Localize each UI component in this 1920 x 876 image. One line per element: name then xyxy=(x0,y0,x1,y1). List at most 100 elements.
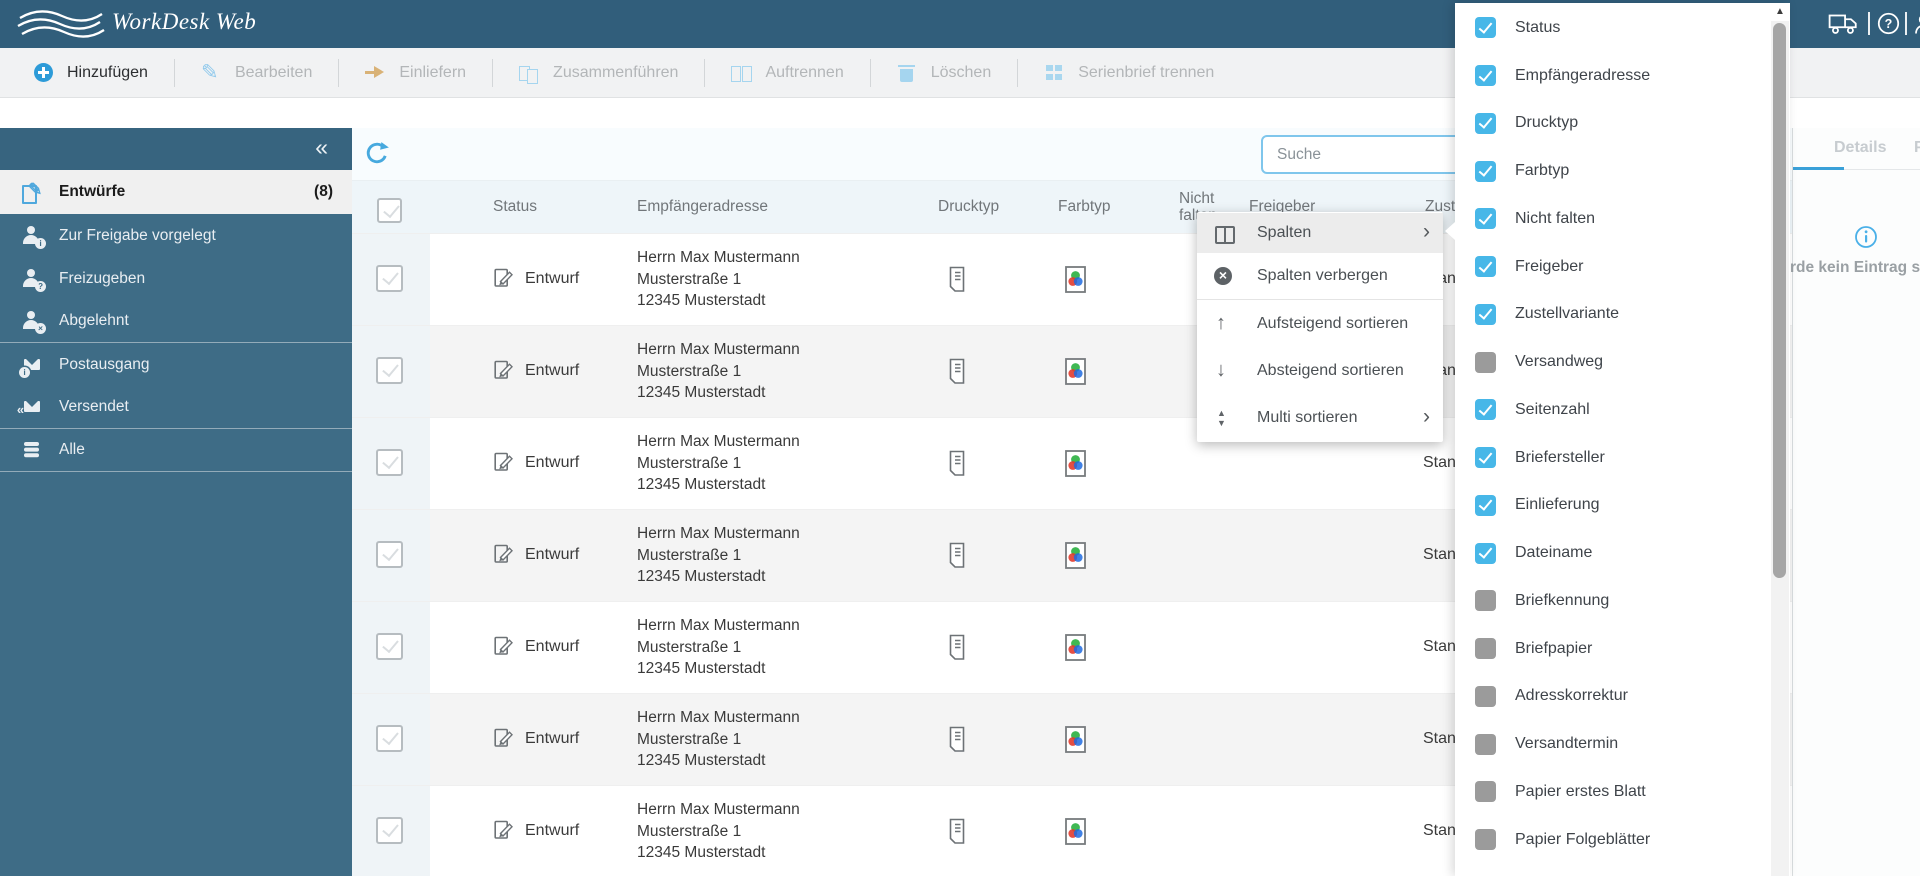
scrollbar-thumb[interactable] xyxy=(1773,23,1786,578)
column-header-status[interactable]: Status xyxy=(493,198,537,216)
column-toggle-checkbox[interactable] xyxy=(1475,208,1496,230)
sidebar-item-icon: « xyxy=(17,397,42,417)
column-toggle-item[interactable]: Dateiname xyxy=(1455,529,1770,577)
column-toggle-item[interactable]: Status xyxy=(1455,4,1770,52)
tab-details[interactable]: Details xyxy=(1834,139,1886,157)
column-toggle-item[interactable]: Briefpapier xyxy=(1455,625,1770,673)
recipient-address-cell: Herrn Max Mustermann Musterstraße 1 1234… xyxy=(637,615,800,680)
row-checkbox[interactable] xyxy=(376,817,403,844)
scroll-up-arrow[interactable]: ▲ xyxy=(1771,4,1789,21)
row-checkbox[interactable] xyxy=(376,357,403,384)
help-icon[interactable]: ? xyxy=(1877,12,1900,40)
context-menu-item[interactable]: Absteigend sortieren › xyxy=(1197,347,1443,394)
context-menu-item[interactable]: Aufsteigend sortieren › xyxy=(1197,300,1443,347)
context-menu-item[interactable]: Multi sortieren › xyxy=(1197,394,1443,441)
address-line: Musterstraße 1 xyxy=(637,730,742,748)
column-toggle-item[interactable]: Empfängeradresse xyxy=(1455,52,1770,100)
column-toggle-item[interactable]: Papier Folgeblätter xyxy=(1455,816,1770,864)
column-toggle-checkbox[interactable] xyxy=(1475,494,1496,516)
column-toggle-checkbox[interactable] xyxy=(1475,829,1496,851)
toolbar-button-label: Hinzufügen xyxy=(67,63,148,81)
draft-status-icon xyxy=(494,636,513,655)
column-toggle-checkbox[interactable] xyxy=(1475,399,1496,421)
column-toggle-checkbox[interactable] xyxy=(1475,590,1496,612)
no-selection-message: rde kein Eintrag s xyxy=(1790,259,1920,276)
address-line: Musterstraße 1 xyxy=(637,454,742,472)
column-toggle-item[interactable]: Adresskorrektur xyxy=(1455,673,1770,721)
column-toggle-label: Drucktyp xyxy=(1515,114,1579,132)
column-toggle-checkbox[interactable] xyxy=(1475,160,1496,182)
sidebar-item[interactable]: Alle xyxy=(0,429,352,472)
column-header-empfaengeradresse[interactable]: Empfängeradresse xyxy=(637,198,768,216)
column-toggle-label: Dateiname xyxy=(1515,544,1593,562)
sidebar-item[interactable]: « Versendet xyxy=(0,386,352,429)
row-checkbox[interactable] xyxy=(376,725,403,752)
column-toggle-checkbox[interactable] xyxy=(1475,781,1496,803)
column-toggle-label: Empfängeradresse xyxy=(1515,66,1651,84)
row-checkbox[interactable] xyxy=(376,265,403,292)
column-toggle-item[interactable]: Briefersteller xyxy=(1455,434,1770,482)
toolbar-button[interactable]: Einliefern xyxy=(338,58,492,87)
column-toggle-item[interactable]: Seitenzahl xyxy=(1455,386,1770,434)
column-toggle-item[interactable]: Einlieferung xyxy=(1455,482,1770,530)
row-checkbox[interactable] xyxy=(376,449,403,476)
panel-scrollbar: ▲ xyxy=(1770,3,1790,876)
toolbar-button[interactable]: Zusammenführen xyxy=(492,58,704,87)
column-toggle-item[interactable]: Papier erstes Blatt xyxy=(1455,768,1770,816)
sidebar-collapse-button[interactable]: « xyxy=(315,134,328,161)
column-toggle-checkbox[interactable] xyxy=(1475,351,1496,373)
column-toggle-item[interactable]: Zustellvariante xyxy=(1455,291,1770,339)
recipient-address-cell: Herrn Max Mustermann Musterstraße 1 1234… xyxy=(637,707,800,772)
column-toggle-checkbox[interactable] xyxy=(1475,17,1496,39)
tab-clipped[interactable]: P xyxy=(1914,139,1920,157)
column-toggle-item[interactable]: Drucktyp xyxy=(1455,100,1770,148)
column-header-drucktyp[interactable]: Drucktyp xyxy=(938,198,999,216)
row-checkbox[interactable] xyxy=(376,633,403,660)
toolbar-button[interactable]: Löschen xyxy=(869,58,1018,87)
sidebar-item[interactable]: i Zur Freigabe vorgelegt xyxy=(0,214,352,257)
toolbar-button[interactable]: Serienbrief trennen xyxy=(1017,58,1240,87)
column-toggle-checkbox[interactable] xyxy=(1475,733,1496,755)
column-toggle-item[interactable]: Briefkennung xyxy=(1455,577,1770,625)
column-toggle-item[interactable]: Versandtermin xyxy=(1455,720,1770,768)
sidebar-item[interactable]: × Abgelehnt xyxy=(0,300,352,343)
column-toggle-checkbox[interactable] xyxy=(1475,685,1496,707)
toolbar-button[interactable]: Hinzufügen xyxy=(34,59,174,87)
draft-status-icon xyxy=(494,544,513,563)
columns-list: Status Empfängeradresse Drucktyp Farbtyp… xyxy=(1455,3,1770,876)
column-toggle-checkbox[interactable] xyxy=(1475,65,1496,87)
sidebar-item[interactable]: i Postausgang xyxy=(0,343,352,386)
column-toggle-checkbox[interactable] xyxy=(1475,447,1496,469)
status-label: Entwurf xyxy=(525,822,580,839)
column-header-farbtyp[interactable]: Farbtyp xyxy=(1058,198,1111,216)
select-all-checkbox[interactable] xyxy=(377,198,402,223)
column-toggle-item[interactable]: Farbtyp xyxy=(1455,147,1770,195)
scrollbar-track[interactable] xyxy=(1771,21,1789,876)
column-toggle-item[interactable]: Freigeber xyxy=(1455,243,1770,291)
user-icon[interactable] xyxy=(1911,12,1920,41)
toolbar-button[interactable]: Bearbeiten xyxy=(173,58,338,87)
status-cell: Entwurf xyxy=(492,543,579,567)
toolbar-button[interactable]: Auftrennen xyxy=(704,58,869,87)
sidebar-item[interactable]: Entwürfe (8) xyxy=(0,170,352,214)
column-toggle-label: Status xyxy=(1515,18,1561,36)
column-toggle-checkbox[interactable] xyxy=(1475,256,1496,278)
column-toggle-checkbox[interactable] xyxy=(1475,542,1496,564)
column-toggle-item[interactable]: Nicht falten xyxy=(1455,195,1770,243)
truck-icon[interactable] xyxy=(1828,12,1860,40)
column-toggle-checkbox[interactable] xyxy=(1475,638,1496,660)
color-type-icon xyxy=(1062,449,1089,483)
context-menu-item[interactable]: Spalten verbergen › xyxy=(1197,253,1443,300)
column-toggle-item[interactable]: Versandweg xyxy=(1455,338,1770,386)
context-menu-item-label: Multi sortieren xyxy=(1257,408,1358,426)
refresh-icon[interactable] xyxy=(362,139,392,174)
logo-waves-icon xyxy=(14,5,106,48)
column-toggle-checkbox[interactable] xyxy=(1475,303,1496,325)
address-line: Herrn Max Mustermann xyxy=(637,801,800,818)
row-checkbox[interactable] xyxy=(376,541,403,568)
context-menu-item[interactable]: Spalten › xyxy=(1197,213,1443,253)
column-toggle-item[interactable]: Zusatzbeilagen xyxy=(1455,864,1770,876)
column-toggle-label: Zustellvariante xyxy=(1515,305,1620,323)
column-toggle-checkbox[interactable] xyxy=(1475,112,1496,134)
sidebar-item[interactable]: ? Freizugeben xyxy=(0,257,352,300)
